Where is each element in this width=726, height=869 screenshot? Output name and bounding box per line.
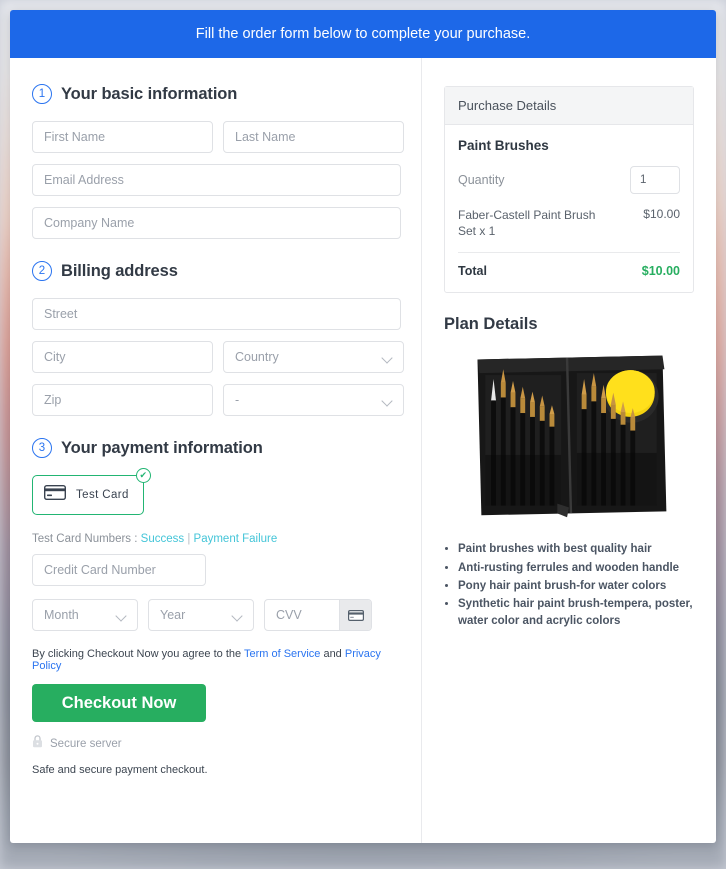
safe-checkout-note: Safe and secure payment checkout. (32, 764, 208, 776)
credit-card-number-input[interactable]: Credit Card Number (32, 554, 206, 586)
name-row: First Name Last Name (32, 121, 404, 153)
lock-icon (32, 735, 43, 753)
product-name: Paint Brushes (458, 138, 549, 153)
state-select[interactable]: - (223, 384, 404, 416)
last-name-input[interactable]: Last Name (223, 121, 404, 153)
street-row: Street (32, 298, 401, 330)
cvv-input[interactable]: CVV (265, 608, 339, 622)
step-number-3: 3 (32, 438, 52, 458)
page-banner: Fill the order form below to complete yo… (10, 10, 716, 58)
test-card-success-link[interactable]: Success (141, 533, 184, 545)
section-title-payment-info: Your payment information (61, 438, 263, 457)
city-country-row: City Country (32, 341, 404, 373)
quantity-input[interactable]: 1 (630, 166, 680, 194)
card-columns: 1 Your basic information First Name Last… (10, 58, 716, 843)
company-name-input[interactable]: Company Name (32, 207, 401, 239)
summary-column: Purchase Details Paint Brushes Quantity … (422, 58, 716, 843)
test-card-tab[interactable]: Test Card (32, 475, 144, 515)
city-input[interactable]: City (32, 341, 213, 373)
credit-card-icon (43, 484, 67, 505)
order-form-column: 1 Your basic information First Name Last… (10, 58, 422, 843)
expiry-month-select[interactable]: Month (32, 599, 138, 631)
expiry-year-select[interactable]: Year (148, 599, 254, 631)
checkout-now-button[interactable]: Checkout Now (32, 684, 206, 722)
secure-server-label: Secure server (50, 738, 122, 750)
street-input[interactable]: Street (32, 298, 401, 330)
purchase-details-panel: Purchase Details Paint Brushes Quantity … (444, 86, 694, 294)
quantity-row: Quantity 1 (458, 166, 680, 194)
payment-method-tab-wrap: Test Card ✔ (32, 468, 151, 515)
quantity-label: Quantity (458, 173, 505, 187)
line-item-description: Faber-Castell Paint Brush Set x 1 (458, 208, 596, 239)
zip-state-row: Zip - (32, 384, 404, 416)
step-number-1: 1 (32, 84, 52, 104)
term-of-service-link[interactable]: Term of Service (244, 648, 320, 660)
total-amount: $10.00 (641, 264, 680, 279)
email-row: Email Address (32, 164, 401, 196)
terms-prefix: By clicking Checkout Now you agree to th… (32, 648, 244, 660)
total-row: Total $10.00 (458, 253, 680, 278)
list-item: Anti-rusting ferrules and wooden handle (458, 560, 694, 576)
plan-feature-list: Paint brushes with best quality hair Ant… (458, 541, 694, 629)
purchase-details-body: Paint Brushes Quantity 1 Faber-Castell P… (445, 125, 693, 292)
company-row: Company Name (32, 207, 401, 239)
test-card-tab-label: Test Card (76, 489, 129, 501)
terms-middle: and (320, 648, 345, 660)
country-select[interactable]: Country (223, 341, 404, 373)
check-circle-icon: ✔ (135, 468, 151, 483)
banner-text: Fill the order form below to complete yo… (195, 26, 531, 42)
terms-agreement-text: By clicking Checkout Now you agree to th… (32, 648, 401, 672)
paint-brush-set-case-photo (452, 340, 686, 526)
section-title-billing-address: Billing address (61, 261, 178, 280)
secure-server-row: Secure server (32, 735, 401, 753)
purchase-details-header: Purchase Details (445, 87, 693, 125)
cvv-credit-card-icon[interactable] (339, 600, 371, 630)
section-heading-payment-info: 3 Your payment information (32, 438, 401, 458)
total-label: Total (458, 264, 487, 279)
test-card-numbers-label: Test Card Numbers : (32, 533, 138, 545)
checkout-card: Fill the order form below to complete yo… (10, 10, 716, 843)
line-item-row: Faber-Castell Paint Brush Set x 1 $10.00 (458, 207, 680, 254)
expiry-cvv-row: Month Year CVV (32, 599, 401, 631)
first-name-input[interactable]: First Name (32, 121, 213, 153)
card-number-row: Credit Card Number (32, 554, 401, 586)
list-item: Pony hair paint brush-for water colors (458, 578, 694, 594)
list-item: Synthetic hair paint brush-tempera, post… (458, 596, 694, 629)
line-item-amount: $10.00 (643, 207, 680, 221)
section-title-basic-info: Your basic information (61, 84, 238, 103)
plan-details-title: Plan Details (444, 315, 538, 334)
email-input[interactable]: Email Address (32, 164, 401, 196)
cvv-group: CVV (264, 599, 372, 631)
section-heading-billing-address: 2 Billing address (32, 261, 401, 281)
section-heading-basic-info: 1 Your basic information (32, 84, 401, 104)
test-card-numbers-row: Test Card Numbers : Success | Payment Fa… (32, 533, 401, 545)
link-separator: | (187, 533, 191, 545)
list-item: Paint brushes with best quality hair (458, 541, 694, 557)
step-number-2: 2 (32, 261, 52, 281)
zip-input[interactable]: Zip (32, 384, 213, 416)
test-card-failure-link[interactable]: Payment Failure (194, 533, 278, 545)
